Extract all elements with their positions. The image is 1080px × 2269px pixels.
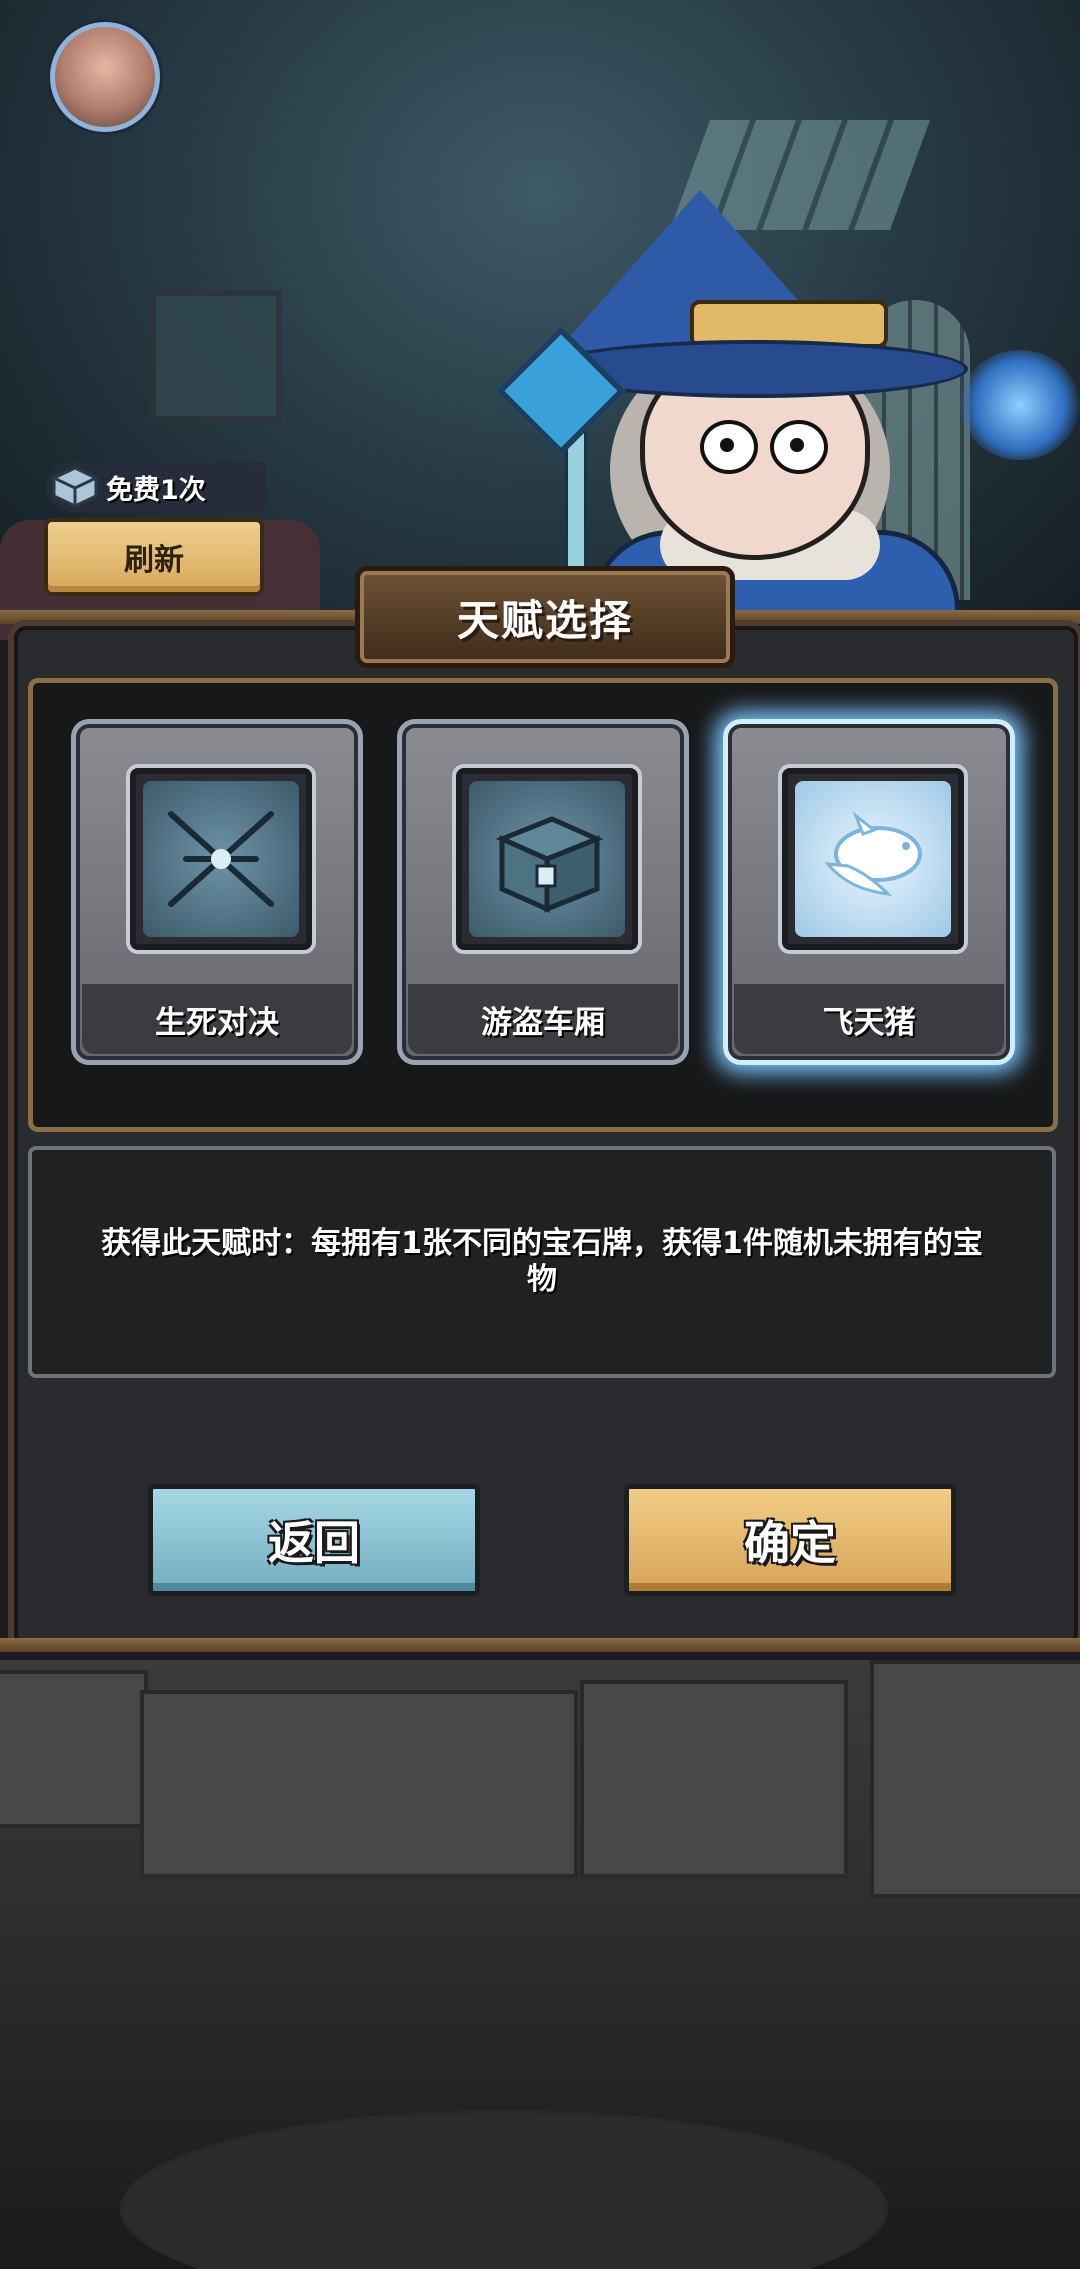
talent-card-art (126, 764, 316, 954)
talent-card-art (778, 764, 968, 954)
talent-card-1[interactable]: 生死对决 (71, 719, 363, 1065)
talent-card-name: 游盗车厢 (481, 1004, 605, 1041)
talent-card-3[interactable]: 飞天猪 (723, 719, 1015, 1065)
confirm-button-label: 确定 (744, 1516, 836, 1570)
free-refresh-counter: 免费1次 (46, 462, 266, 512)
background-stone (0, 1670, 148, 1828)
talent-options-frame: 生死对决 游盗车厢 飞天猪 (28, 678, 1058, 1132)
mage-eye-left (700, 420, 758, 474)
refresh-button[interactable]: 刷新 (44, 518, 264, 596)
talent-card-name-bar: 生死对决 (82, 984, 352, 1054)
player-avatar[interactable] (50, 22, 160, 132)
confirm-button[interactable]: 确定 (624, 1484, 956, 1596)
magic-book-icon (960, 350, 1080, 460)
talent-card-name-bar: 游盗车厢 (408, 984, 678, 1054)
treasure-chest-icon (495, 816, 604, 913)
talent-card-name-bar: 飞天猪 (734, 984, 1004, 1054)
talent-description: 获得此天赋时：每拥有1张不同的宝石牌，获得1件随机未拥有的宝物 (101, 1226, 983, 1297)
background-floor-hole (120, 2110, 888, 2269)
refresh-button-label: 刷新 (124, 543, 184, 578)
mage-character (260, 90, 1080, 740)
talent-card-2[interactable]: 游盗车厢 (397, 719, 689, 1065)
talent-card-name: 生死对决 (155, 1004, 279, 1041)
panel-title-plate: 天赋选择 (355, 566, 735, 668)
talent-card-name: 飞天猪 (822, 1004, 916, 1041)
background-stone (580, 1680, 848, 1878)
background-scene-floor (0, 1660, 1080, 2269)
crossed-swords-icon (168, 811, 274, 907)
mage-eye-right (770, 420, 828, 474)
back-button-label: 返回 (268, 1516, 360, 1570)
flying-pig-icon (824, 811, 922, 897)
panel-bottom-edge (0, 1638, 1080, 1652)
back-button[interactable]: 返回 (148, 1484, 480, 1596)
panel-title: 天赋选择 (456, 595, 633, 645)
talent-card-art (452, 764, 642, 954)
background-stone (870, 1660, 1080, 1898)
refresh-cube-icon (52, 466, 98, 508)
talent-description-box: 获得此天赋时：每拥有1张不同的宝石牌，获得1件随机未拥有的宝物 (28, 1146, 1056, 1378)
free-refresh-label: 免费1次 (106, 474, 206, 506)
background-stone (140, 1690, 578, 1878)
